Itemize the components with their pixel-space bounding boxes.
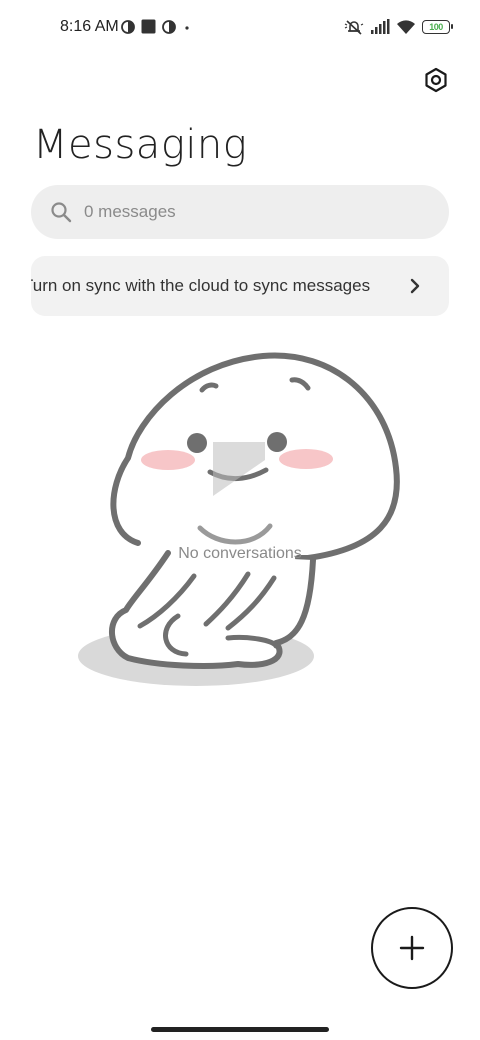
character-eye [187, 433, 207, 453]
plus-icon [399, 935, 425, 961]
character-blush [141, 450, 195, 470]
status-notification-icons [121, 19, 192, 34]
new-message-button[interactable] [371, 907, 453, 989]
page-title: Messaging [33, 122, 248, 168]
character-eye [267, 432, 287, 452]
battery-level: 100 [429, 21, 443, 32]
character-blush [279, 449, 333, 469]
silent-icon [344, 20, 364, 35]
search-input[interactable]: 0 messages [31, 185, 449, 239]
battery-icon: 100 [422, 20, 453, 34]
sync-text-viewport: Turn on sync with the cloud to sync mess… [31, 256, 393, 316]
sync-banner-text: Turn on sync with the cloud to sync mess… [31, 276, 371, 295]
sync-banner[interactable]: Turn on sync with the cloud to sync mess… [31, 256, 449, 316]
status-system-icons: 100 [344, 18, 453, 36]
wifi-icon [397, 20, 415, 34]
search-placeholder: 0 messages [84, 202, 176, 221]
sitting-character-illustration [78, 352, 400, 686]
empty-state-label: No conversations [178, 545, 302, 562]
more-dot-icon [185, 25, 189, 30]
data-saver-icon [121, 19, 135, 34]
data-saver-icon [162, 19, 176, 34]
search-icon [51, 202, 72, 223]
chevron-right-icon [410, 278, 420, 294]
signal-icon [371, 19, 390, 34]
settings-button[interactable] [420, 64, 452, 96]
settings-hexagon-icon [425, 67, 447, 93]
home-indicator[interactable] [151, 1027, 329, 1032]
status-bar: 8:16 AM 100 [0, 0, 480, 56]
square-notification-icon [141, 19, 156, 34]
status-time: 8:16 AM [60, 18, 119, 35]
